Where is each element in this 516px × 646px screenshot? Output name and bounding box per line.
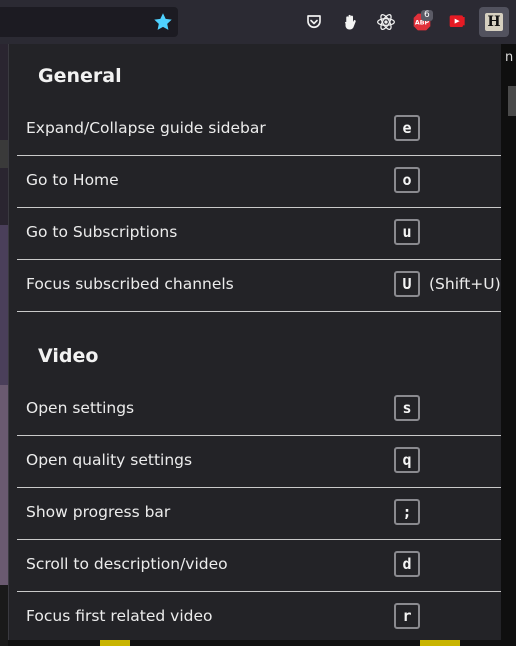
shortcut-row: Show progress bar ; [17, 488, 501, 540]
hotkeys-extension-label: H [485, 13, 503, 31]
shortcut-keycap: r [394, 603, 420, 629]
shortcut-row: Focus first related video r [17, 592, 501, 640]
shortcut-row: Focus subscribed channels U (Shift+U) [17, 260, 501, 312]
adblock-count-badge: 6 [421, 10, 433, 21]
section-title-video: Video [38, 345, 99, 367]
bookmark-star-icon[interactable] [152, 11, 174, 33]
background-thumbnail [100, 640, 130, 646]
shortcut-label: Scroll to description/video [26, 555, 228, 573]
background-strip [0, 585, 8, 646]
shortcut-keycap: ; [394, 499, 420, 525]
shortcut-row: Open settings s [17, 384, 501, 436]
shortcut-label: Focus first related video [26, 607, 213, 625]
section-title-general: General [38, 65, 122, 87]
shortcut-row: Open quality settings q [17, 436, 501, 488]
pocket-icon[interactable] [302, 10, 326, 34]
hotkeys-extension-icon[interactable]: H [479, 7, 509, 37]
shortcut-keycap: q [394, 447, 420, 473]
background-strip [508, 86, 516, 116]
shortcut-label: Go to Home [26, 171, 119, 189]
background-page-right [500, 44, 516, 646]
shortcut-row: Scroll to description/video d [17, 540, 501, 592]
shortcut-label: Go to Subscriptions [26, 223, 178, 241]
shortcut-keycap: d [394, 551, 420, 577]
youtube-extension-icon[interactable] [446, 10, 470, 34]
shortcut-label: Expand/Collapse guide sidebar [26, 119, 266, 137]
shortcut-label: Open settings [26, 399, 135, 417]
shortcut-label: Focus subscribed channels [26, 275, 234, 293]
shortcut-keycap: s [394, 395, 420, 421]
shortcut-keycap: e [394, 115, 420, 141]
background-strip [0, 140, 8, 168]
hand-icon[interactable] [338, 10, 362, 34]
background-text: n [505, 50, 514, 65]
background-thumbnail [0, 385, 8, 585]
react-devtools-icon[interactable] [374, 10, 398, 34]
browser-toolbar: ABP 6 H [0, 0, 516, 44]
keyboard-shortcuts-popup: General Expand/Collapse guide sidebar e … [8, 44, 501, 640]
shortcut-keycap: u [394, 219, 420, 245]
shortcut-row: Go to Subscriptions u [17, 208, 501, 260]
shortcut-keycap: o [394, 167, 420, 193]
shortcut-label: Show progress bar [26, 503, 171, 521]
background-thumbnail [420, 640, 460, 646]
background-thumbnail [0, 225, 8, 385]
shortcut-row: Go to Home o [17, 156, 501, 208]
shortcut-label: Open quality settings [26, 451, 193, 469]
shortcut-modifier-note: (Shift+U) [429, 275, 501, 293]
shortcut-row: Expand/Collapse guide sidebar e [17, 104, 501, 156]
shortcut-keycap: U [394, 271, 420, 297]
